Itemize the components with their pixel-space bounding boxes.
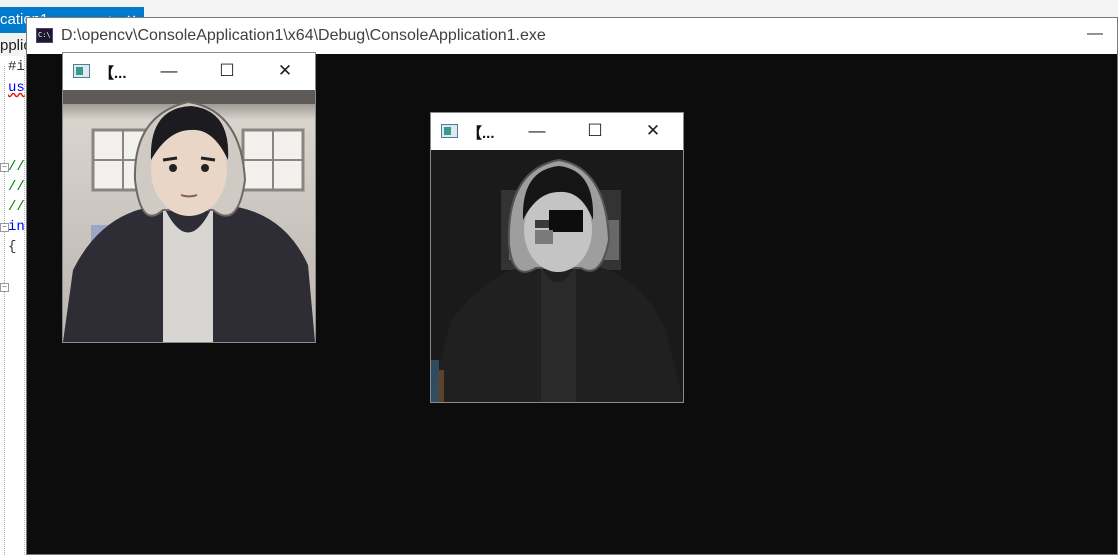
image-window-title-bar[interactable]: 【... — ☐ ✕ bbox=[431, 113, 683, 150]
image-window-title-bar[interactable]: 【... — ☐ ✕ bbox=[63, 53, 315, 90]
ide-guide-line bbox=[24, 56, 25, 555]
code-line: in bbox=[8, 219, 25, 235]
window-app-icon bbox=[441, 124, 458, 138]
maximize-button[interactable]: ☐ bbox=[214, 59, 240, 83]
close-button[interactable]: ✕ bbox=[640, 119, 666, 143]
processed-image bbox=[431, 150, 683, 402]
close-button[interactable]: ✕ bbox=[272, 59, 298, 83]
image-window-processed[interactable]: 【... — ☐ ✕ bbox=[430, 112, 684, 403]
minimize-button[interactable]: — bbox=[524, 119, 550, 143]
console-title-bar[interactable]: C:\ D:\opencv\ConsoleApplication1\x64\De… bbox=[27, 18, 1117, 54]
ide-top-strip bbox=[0, 0, 1118, 7]
image-window-title: 【... bbox=[467, 125, 495, 142]
image-canvas-original bbox=[63, 90, 315, 342]
ide-code-editor[interactable]: #i us − // // // − in { − bbox=[0, 56, 26, 555]
console-app-icon: C:\ bbox=[36, 28, 53, 43]
code-line: { bbox=[8, 239, 17, 255]
code-line: #i bbox=[8, 59, 25, 75]
minimize-button[interactable]: — bbox=[156, 59, 182, 83]
fold-toggle-icon[interactable]: − bbox=[0, 283, 9, 292]
portrait-image bbox=[63, 90, 315, 342]
console-title: D:\opencv\ConsoleApplication1\x64\Debug\… bbox=[61, 27, 546, 44]
image-window-original[interactable]: 【... — ☐ ✕ bbox=[62, 52, 316, 343]
minimize-button[interactable]: — bbox=[1083, 24, 1107, 48]
code-line: // bbox=[8, 199, 25, 215]
code-line: us bbox=[8, 80, 25, 96]
code-line: // bbox=[8, 159, 25, 175]
image-window-title: 【... bbox=[99, 65, 127, 82]
code-line: // bbox=[8, 179, 25, 195]
ide-guide-line bbox=[4, 66, 5, 555]
image-canvas-processed bbox=[431, 150, 683, 402]
maximize-button[interactable]: ☐ bbox=[582, 119, 608, 143]
window-app-icon bbox=[73, 64, 90, 78]
